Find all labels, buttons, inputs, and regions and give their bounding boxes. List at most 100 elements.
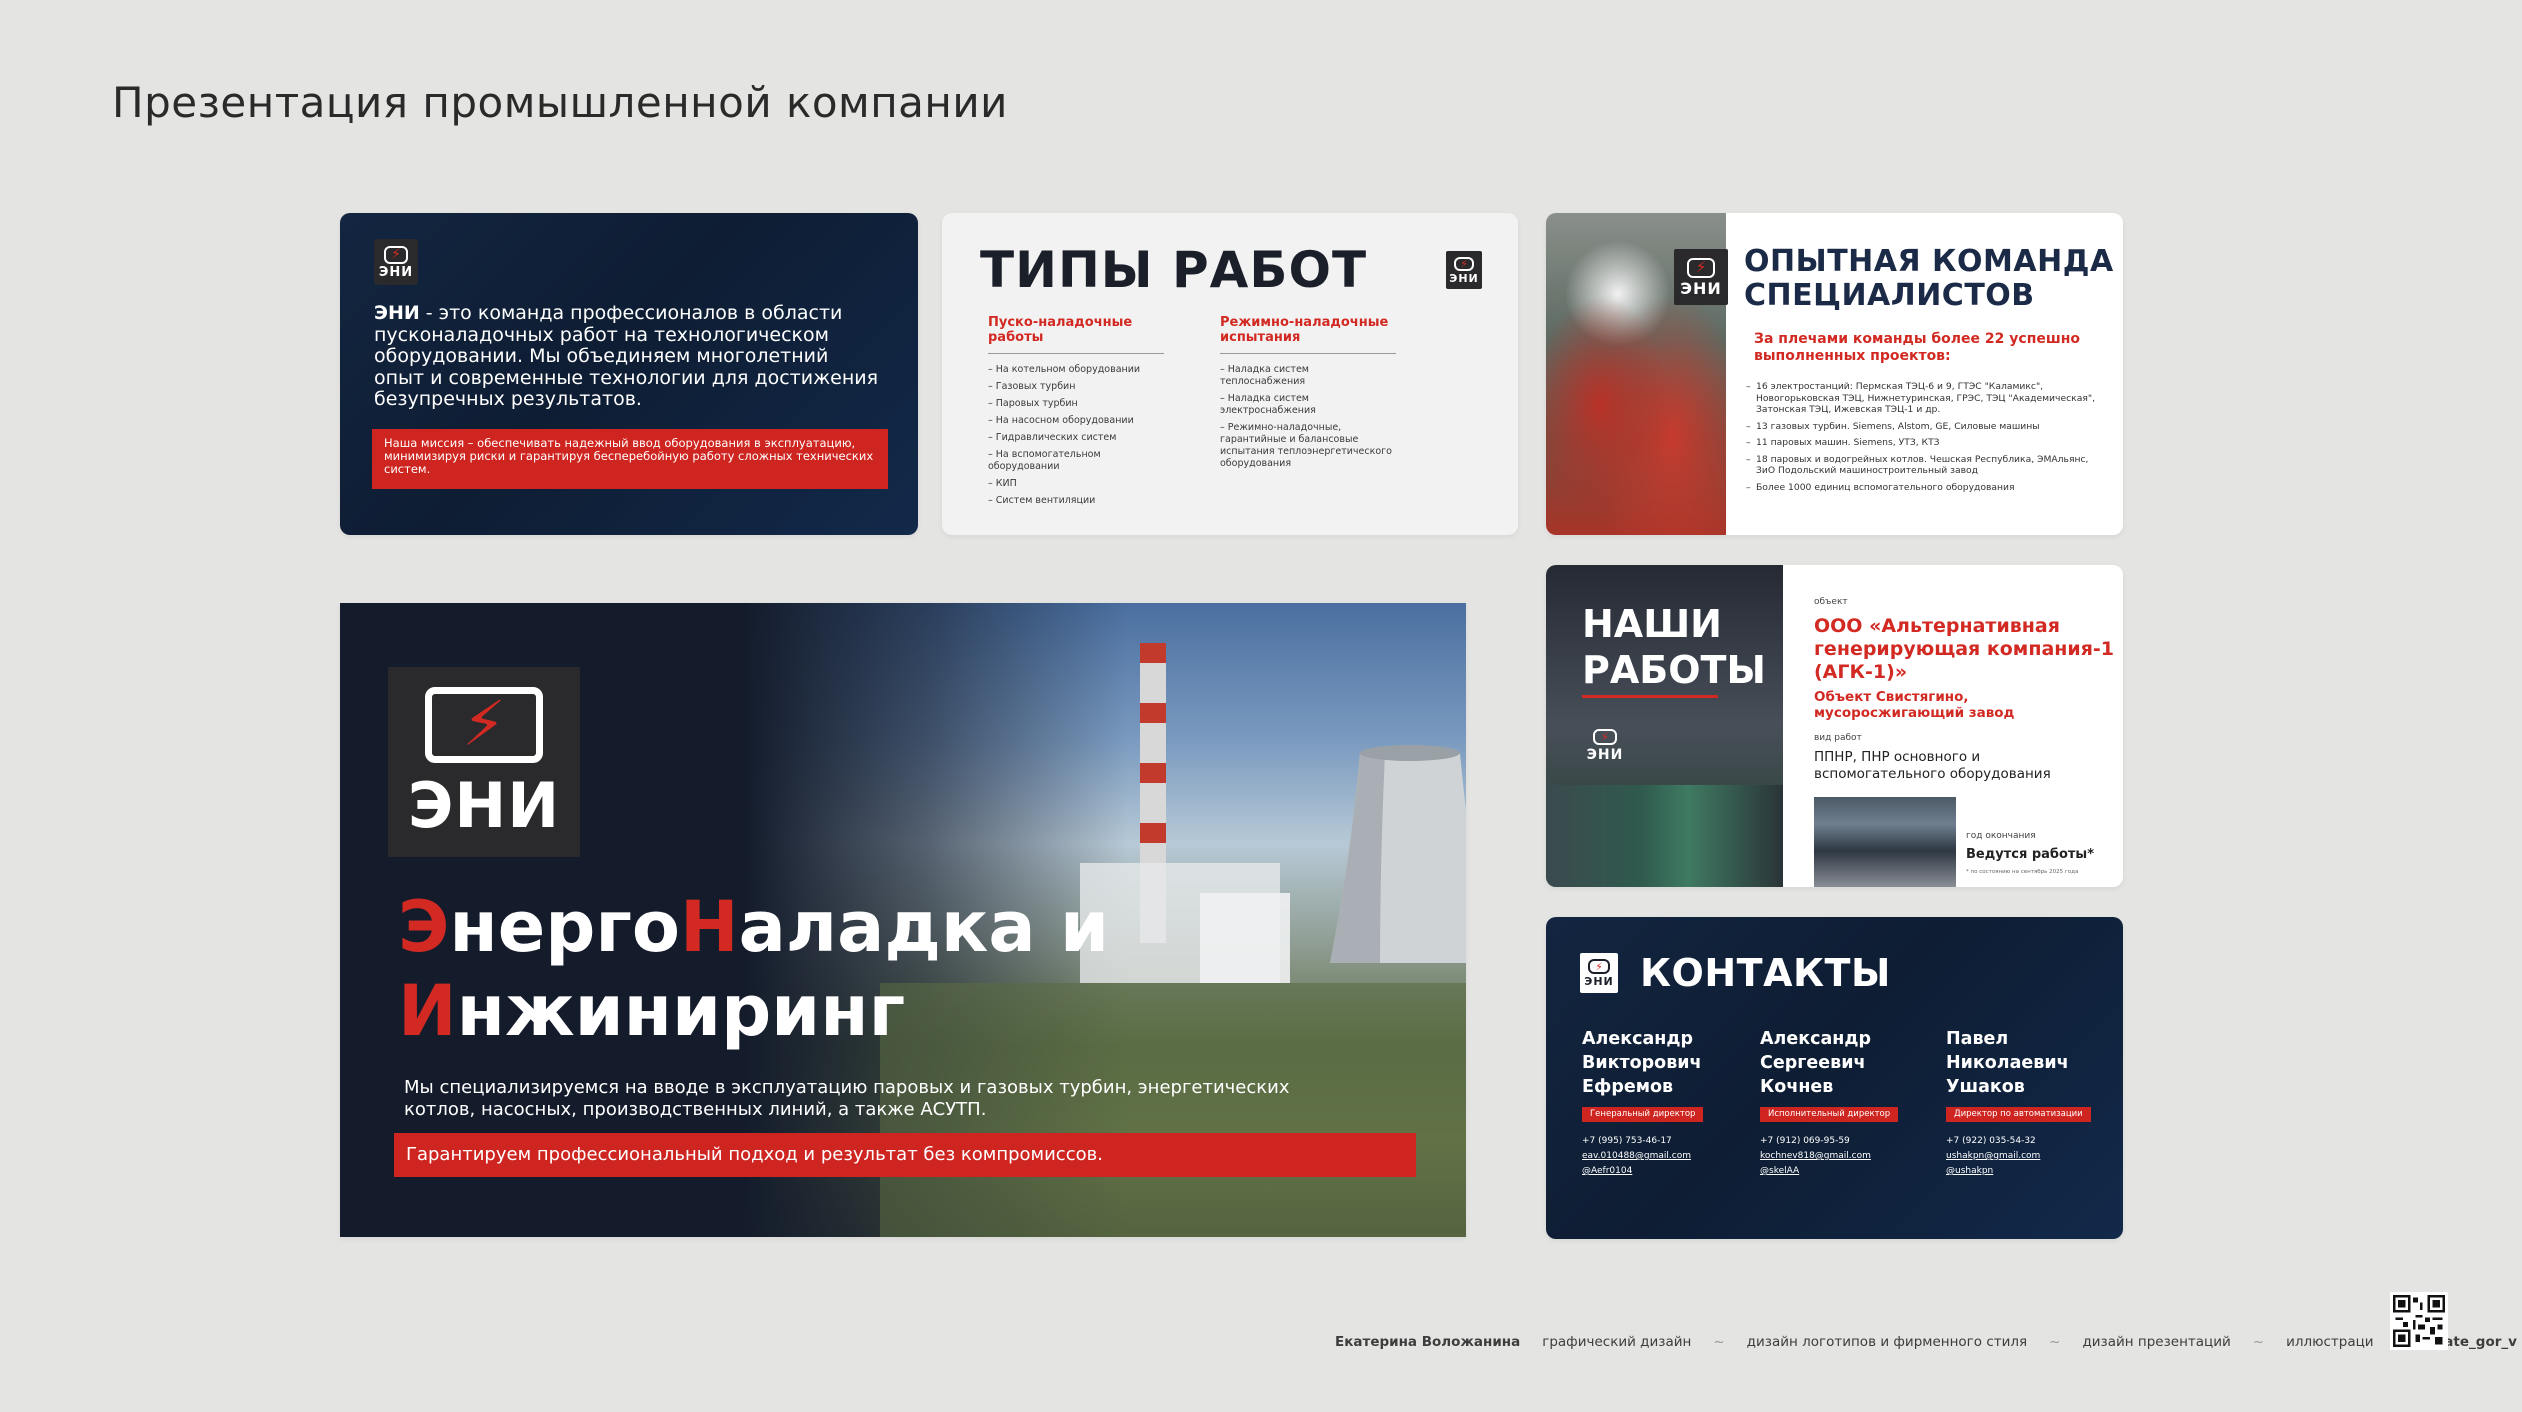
mission-box: Наша миссия – обеспечивать надежный ввод… [372, 429, 888, 489]
contact-telegram[interactable]: @skelAA [1760, 1164, 1930, 1179]
object-subtitle: Объект Свистягино, мусоросжигающий завод [1814, 689, 2015, 721]
column-heading: Режимно-наладочные испытания [1220, 315, 1396, 354]
contact-phone[interactable]: +7 (922) 035-54-32 [1946, 1134, 2116, 1149]
author-name: Екатерина Воложанина [1335, 1334, 1521, 1350]
cover-description: Мы специализируемся на вводе в эксплуата… [404, 1077, 1290, 1120]
contact-email[interactable]: kochnev818@gmail.com [1760, 1149, 1930, 1164]
object-label: объект [1814, 597, 1848, 607]
slide-team[interactable]: ⚡ ЭНИ ОПЫТНАЯ КОМАНДА СПЕЦИАЛИСТОВ За пл… [1546, 213, 2123, 535]
contact-phone[interactable]: +7 (912) 069-95-59 [1760, 1134, 1930, 1149]
works-title: НАШИ РАБОТЫ [1582, 601, 1766, 693]
monitor-icon: ⚡ [1593, 728, 1617, 745]
title-underline [1582, 695, 1718, 698]
logo-word: ЭНИ [1586, 746, 1624, 763]
monitor-icon: ⚡ [1454, 256, 1474, 271]
title-fragment: нерго [449, 886, 680, 968]
title-accent-letter: И [398, 970, 457, 1052]
slide-about[interactable]: ⚡ ЭНИ ЭНИ - это команда профессионалов в… [340, 213, 918, 535]
logo-word: ЭНИ [1449, 271, 1479, 285]
list-item: 18 паровых и водогрейных котлов. Чешская… [1746, 454, 2106, 477]
lightning-icon: ⚡ [1600, 729, 1610, 744]
monitor-icon: ⚡ [384, 245, 408, 264]
contact-email[interactable]: eav.010488@gmail.com [1582, 1149, 1752, 1164]
cooling-tower [1330, 745, 1466, 963]
commissioning-list: На котельном оборудовании Газовых турбин П… [988, 364, 1164, 507]
contact-name: Викторович [1582, 1053, 1702, 1073]
team-subtitle: За плечами команды более 22 успешно выпо… [1754, 331, 2081, 364]
about-intro: ЭНИ - это команда профессионалов в облас… [374, 302, 884, 411]
testing-list: Наладка систем теплоснабжения Наладка сис… [1220, 364, 1396, 470]
contact-email[interactable]: ushakpn@gmail.com [1946, 1149, 2116, 1164]
contact-name: Павел [1946, 1029, 2009, 1049]
slide-work-types[interactable]: ТИПЫ РАБОТ ⚡ ЭНИ Пуско-наладочные работы… [942, 213, 1518, 535]
contact-card: Александр Викторович Ефремов Генеральный… [1582, 1027, 1752, 1179]
team-projects-list: 16 электростанций: Пермская ТЭЦ-6 и 9, Г… [1746, 381, 2106, 498]
commissioning-column: Пуско-наладочные работы На котельном обо… [988, 315, 1164, 512]
list-item: Газовых турбин [988, 381, 1164, 393]
eni-logo: ⚡ ЭНИ [1446, 251, 1482, 289]
separator: ~ [2049, 1334, 2061, 1350]
title-accent-letter: Э [398, 886, 450, 968]
works-title-line: РАБОТЫ [1582, 648, 1766, 692]
team-title-line: ОПЫТНАЯ КОМАНДА [1744, 244, 2114, 279]
chimney [1140, 643, 1166, 943]
monitor-icon: ⚡ [1588, 959, 1610, 974]
works-title-line: НАШИ [1582, 602, 1722, 646]
turbine-hall-photo [1546, 785, 1783, 887]
lightning-icon: ⚡ [462, 686, 506, 760]
column-heading: Пуско-наладочные работы [988, 315, 1164, 354]
qr-code-icon [2390, 1292, 2448, 1350]
slide-cover[interactable]: ⚡ ЭНИ ЭнергоНаладка и Инжиниринг Мы спец… [340, 603, 1466, 1237]
list-item: Гидравлических систем [988, 432, 1164, 444]
title-accent-letter: Н [680, 886, 739, 968]
portfolio-footer: Екатерина Воложанина графический дизайн … [1335, 1334, 2517, 1350]
eni-logo: ⚡ ЭНИ [1580, 953, 1618, 993]
list-item: 11 паровых машин. Siemens, УТЗ, КТЗ [1746, 437, 2106, 449]
contact-name: Александр [1760, 1029, 1872, 1049]
plant-buildings [1080, 863, 1290, 983]
logo-word: ЭНИ [1584, 975, 1614, 988]
service-item: дизайн логотипов и фирменного стиля [1746, 1334, 2028, 1350]
object-name: ООО «Альтернативная генерирующая компани… [1814, 615, 2115, 683]
guarantee-banner: Гарантируем профессиональный подход и ре… [394, 1133, 1416, 1177]
logo-word: ЭНИ [1680, 278, 1722, 298]
lightning-icon: ⚡ [1595, 959, 1603, 973]
eni-logo: ⚡ ЭНИ [388, 667, 580, 857]
list-item: На вспомогательном оборудовании [988, 449, 1164, 473]
list-item: Паровых турбин [988, 398, 1164, 410]
team-title-line: СПЕЦИАЛИСТОВ [1744, 278, 2035, 313]
contact-name: Николаевич [1946, 1053, 2069, 1073]
slide-contacts[interactable]: ⚡ ЭНИ КОНТАКТЫ Александр Викторович Ефре… [1546, 917, 2123, 1239]
contact-card: Павел Николаевич Ушаков Директор по авто… [1946, 1027, 2116, 1179]
contact-name: Александр [1582, 1029, 1694, 1049]
cover-title-line2: Инжиниринг [398, 969, 1109, 1053]
contact-telegram[interactable]: @Aefr0104 [1582, 1164, 1752, 1179]
list-item: 13 газовых турбин. Siemens, Alstom, GE, … [1746, 421, 2106, 433]
contacts-title: КОНТАКТЫ [1640, 951, 1891, 995]
slide-our-works[interactable]: НАШИ РАБОТЫ ⚡ ЭНИ объект ООО «Альтернати… [1546, 565, 2123, 887]
list-item: Наладка систем теплоснабжения [1220, 364, 1396, 388]
footnote: * по состоянию на сентябрь 2025 года [1966, 869, 2079, 875]
work-type: ППНР, ПНР основного и вспомогательного о… [1814, 749, 2051, 782]
title-fragment: нжиниринг [456, 970, 906, 1052]
list-item: КИП [988, 478, 1164, 490]
service-item: дизайн презентаций [2082, 1334, 2231, 1350]
eni-logo: ⚡ ЭНИ [1674, 249, 1728, 305]
contact-phone[interactable]: +7 (995) 753-46-17 [1582, 1134, 1752, 1149]
separator: ~ [2252, 1334, 2265, 1350]
contact-name: Ушаков [1946, 1077, 2025, 1097]
separator: ~ [1713, 1334, 1725, 1350]
contact-role-badge: Директор по автоматизации [1946, 1107, 2091, 1122]
contact-card: Александр Сергеевич Кочнев Исполнительны… [1760, 1027, 1930, 1179]
logo-word: ЭНИ [407, 769, 561, 842]
end-year-value: Ведутся работы* [1966, 847, 2094, 862]
team-title: ОПЫТНАЯ КОМАНДА СПЕЦИАЛИСТОВ [1744, 245, 2114, 313]
eni-logo: ⚡ ЭНИ [1584, 723, 1626, 767]
page-title: Презентация промышленной компании [112, 78, 1008, 127]
contact-role-badge: Генеральный директор [1582, 1107, 1704, 1122]
contact-telegram[interactable]: @ushakpn [1946, 1164, 2116, 1179]
eni-logo: ⚡ ЭНИ [374, 239, 418, 285]
company-name: ЭНИ [374, 302, 420, 324]
contact-name: Сергеевич [1760, 1053, 1866, 1073]
contact-name: Кочнев [1760, 1077, 1834, 1097]
